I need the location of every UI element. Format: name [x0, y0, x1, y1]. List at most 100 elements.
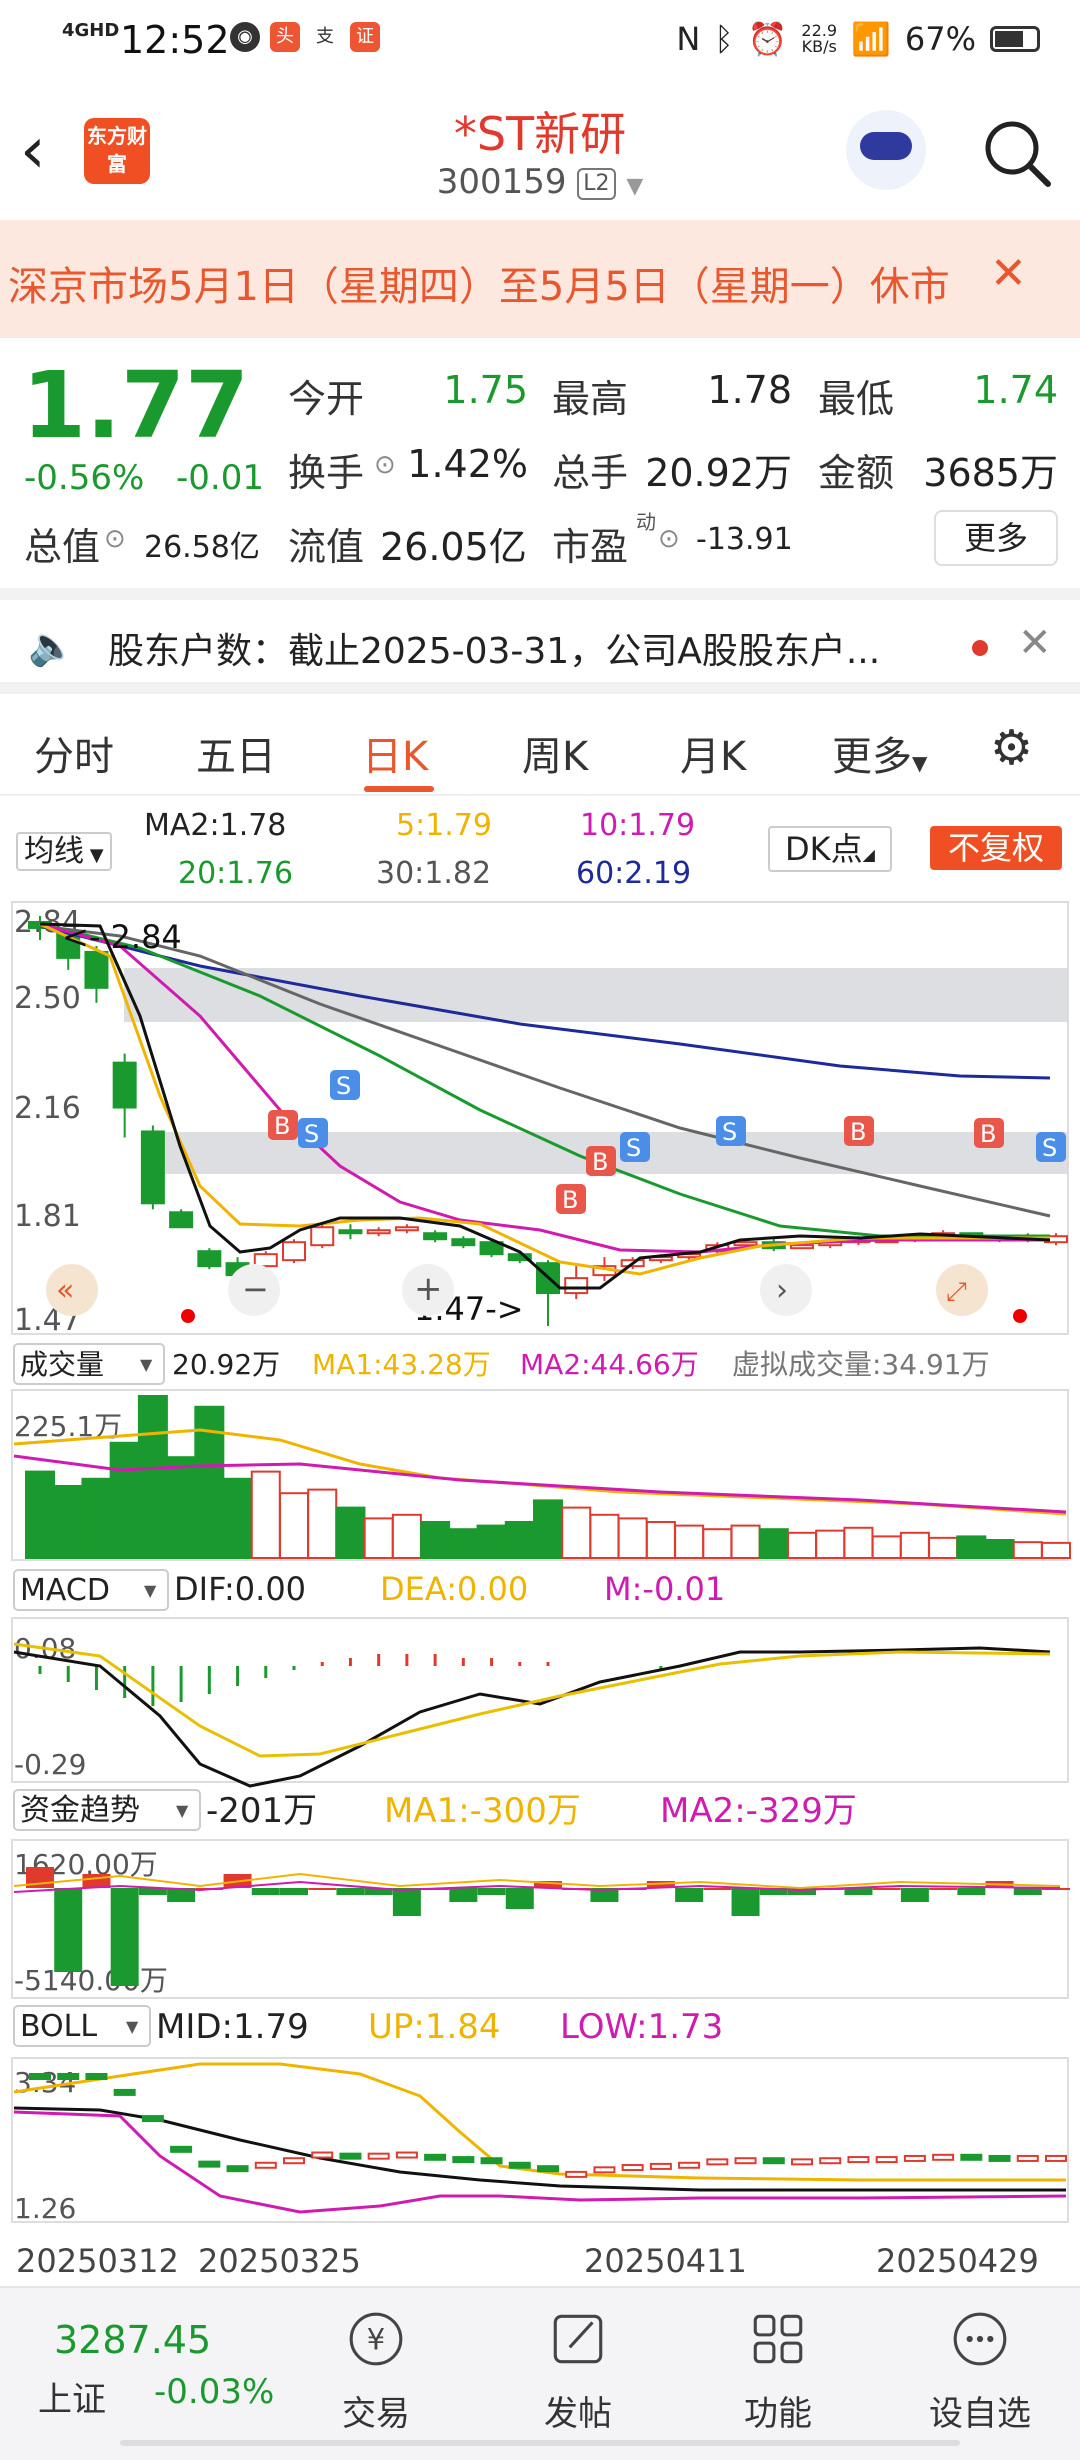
back-button[interactable]: ‹	[20, 116, 70, 186]
add-watchlist-button[interactable]: 设自选	[910, 2308, 1050, 2435]
tab-daily-k[interactable]: 日K	[362, 724, 428, 782]
volume-value: 20.92万	[645, 451, 792, 495]
macd-axis-bottom: -0.29	[14, 1748, 86, 1781]
stock-code-selector[interactable]: 300159 L2 ▼	[400, 162, 680, 202]
fund-axis-bottom: -5140.00万	[14, 1964, 168, 1997]
boll-candle	[395, 2151, 418, 2159]
market-notice-banner[interactable]: 深京市场5月1日（星期四）至5月5日（星期一）休市 ✕	[0, 220, 1080, 338]
candle-body	[423, 1232, 448, 1241]
svg-text:B: B	[980, 1120, 996, 1148]
fund-selector[interactable]: 资金趋势 ▼	[13, 1789, 201, 1831]
boll-candle	[424, 2153, 447, 2161]
bluetooth-icon: ᛒ	[714, 20, 734, 58]
more-dots-icon	[953, 2312, 1007, 2366]
boll-candle	[57, 2073, 80, 2080]
fund-bar	[505, 1888, 534, 1909]
ma-selector[interactable]: 均线 ▼	[16, 826, 112, 871]
info-icon[interactable]: ⊙	[104, 524, 126, 554]
close-icon[interactable]: ✕	[1018, 620, 1052, 666]
amount-label: 金额	[818, 451, 895, 495]
volume-bar	[758, 1528, 789, 1560]
news-text: 股东户数：截止2025-03-31，公司A股股东户...	[108, 631, 881, 672]
volume-selector[interactable]: 成交量 ▼	[13, 1343, 165, 1385]
ma10-value: 10:1.79	[580, 808, 696, 843]
active-tab-indicator	[364, 786, 434, 792]
clock: 12:52	[120, 18, 230, 62]
candle-body	[366, 1229, 391, 1235]
ma5-value: 5:1.79	[396, 808, 492, 843]
volume-bar	[504, 1521, 535, 1559]
minus-icon: −	[242, 1270, 269, 1308]
volume-bar	[533, 1499, 563, 1560]
axis-label-2: 2.50	[14, 981, 81, 1016]
yen-icon: ¥	[349, 2312, 403, 2366]
stock-header: ‹ 东方财富 *ST新研 300159 L2 ▼	[0, 80, 1080, 220]
svg-text:S: S	[1042, 1134, 1057, 1162]
rewind-icon: «	[56, 1273, 74, 1308]
system-nav-bar	[0, 2440, 1080, 2460]
fund-bar	[477, 1888, 506, 1895]
status-bar: 4GHD 12:52 ◉ 头 支 证 Ν ᛒ ⏰ 22.9 KB/s 📶 67%	[0, 0, 1080, 80]
sell-marker: S	[1036, 1132, 1066, 1162]
volume-bar	[53, 1485, 84, 1559]
macd-dif: DIF:0.00	[174, 1570, 306, 1608]
boll-candle	[565, 2170, 588, 2178]
svg-text:B: B	[562, 1186, 578, 1214]
volume-bar	[363, 1517, 394, 1560]
svg-text:▼: ▼	[140, 1355, 153, 1374]
volume-ma1: MA1:43.28万	[312, 1348, 491, 1381]
alarm-icon: ⏰	[747, 20, 788, 58]
more-button[interactable]: 更多	[934, 510, 1058, 566]
candle-body	[112, 1061, 137, 1109]
boll-low: LOW:1.73	[560, 2007, 723, 2047]
fund-bar	[675, 1888, 704, 1902]
chevron-down-icon: ▼	[626, 174, 644, 199]
expand-icon: ⤢	[946, 1277, 967, 1307]
close-icon[interactable]: ✕	[990, 248, 1027, 299]
index-change: -0.03%	[154, 2372, 275, 2412]
tab-timeshare[interactable]: 分时	[34, 724, 114, 782]
app-logo[interactable]: 东方财富	[84, 118, 150, 184]
no-adjust-button[interactable]: 不复权	[930, 826, 1062, 870]
boll-candle	[339, 2152, 362, 2160]
turnover-label: 换手	[288, 451, 365, 495]
grid-icon	[753, 2314, 803, 2364]
boll-candle	[452, 2156, 475, 2164]
candle-body	[197, 1250, 222, 1268]
tab-weekly-k[interactable]: 周K	[522, 724, 588, 782]
shareholder-news-bar[interactable]: 🔈 股东户数：截止2025-03-31，公司A股股东户... ✕	[0, 588, 1080, 694]
nfc-icon: Ν	[676, 20, 701, 58]
tab-more[interactable]: 更多▼	[832, 724, 927, 782]
info-icon[interactable]: ⊙	[658, 524, 680, 554]
macd-selector[interactable]: MACD ▼	[13, 1569, 169, 1611]
info-icon[interactable]: ⊙	[374, 450, 396, 480]
fund-bar	[54, 1888, 83, 1972]
tab-monthly-k[interactable]: 月K	[680, 724, 746, 782]
fund-bar	[703, 1888, 732, 1890]
kline-chart-panel[interactable]: 2.84 2.50 2.16 1.81 1.47 S S B B B S S B…	[0, 896, 1080, 2286]
post-button[interactable]: 发帖	[508, 2308, 648, 2435]
resistance-band	[124, 968, 1068, 1022]
index-name[interactable]: 上证	[38, 2372, 106, 2421]
tab-five-day[interactable]: 五日	[196, 724, 276, 782]
boll-selector[interactable]: BOLL ▼	[13, 2005, 151, 2047]
boll-up: UP:1.84	[368, 2007, 501, 2047]
boll-candle	[283, 2157, 305, 2165]
level-badge: L2	[577, 167, 616, 200]
boll-candle	[226, 2165, 249, 2173]
trade-button[interactable]: ¥ 交易	[306, 2308, 446, 2435]
edit-icon	[553, 2314, 603, 2364]
sell-marker: S	[330, 1070, 360, 1100]
dk-point-button[interactable]: DK点◢	[768, 826, 892, 872]
boll-candle	[113, 2088, 136, 2096]
index-value[interactable]: 3287.45	[54, 2318, 211, 2362]
function-button[interactable]: 功能	[708, 2308, 848, 2435]
robot-assistant-avatar[interactable]	[846, 110, 926, 190]
volume-label: 总手	[552, 451, 629, 495]
gear-icon[interactable]: ⚙	[990, 720, 1033, 776]
svg-text:▼: ▼	[144, 1581, 157, 1600]
candle-body	[84, 950, 109, 989]
boll-candle	[706, 2158, 729, 2166]
search-icon[interactable]	[976, 112, 1056, 192]
fund-ma2: MA2:-329万	[660, 1791, 857, 1831]
